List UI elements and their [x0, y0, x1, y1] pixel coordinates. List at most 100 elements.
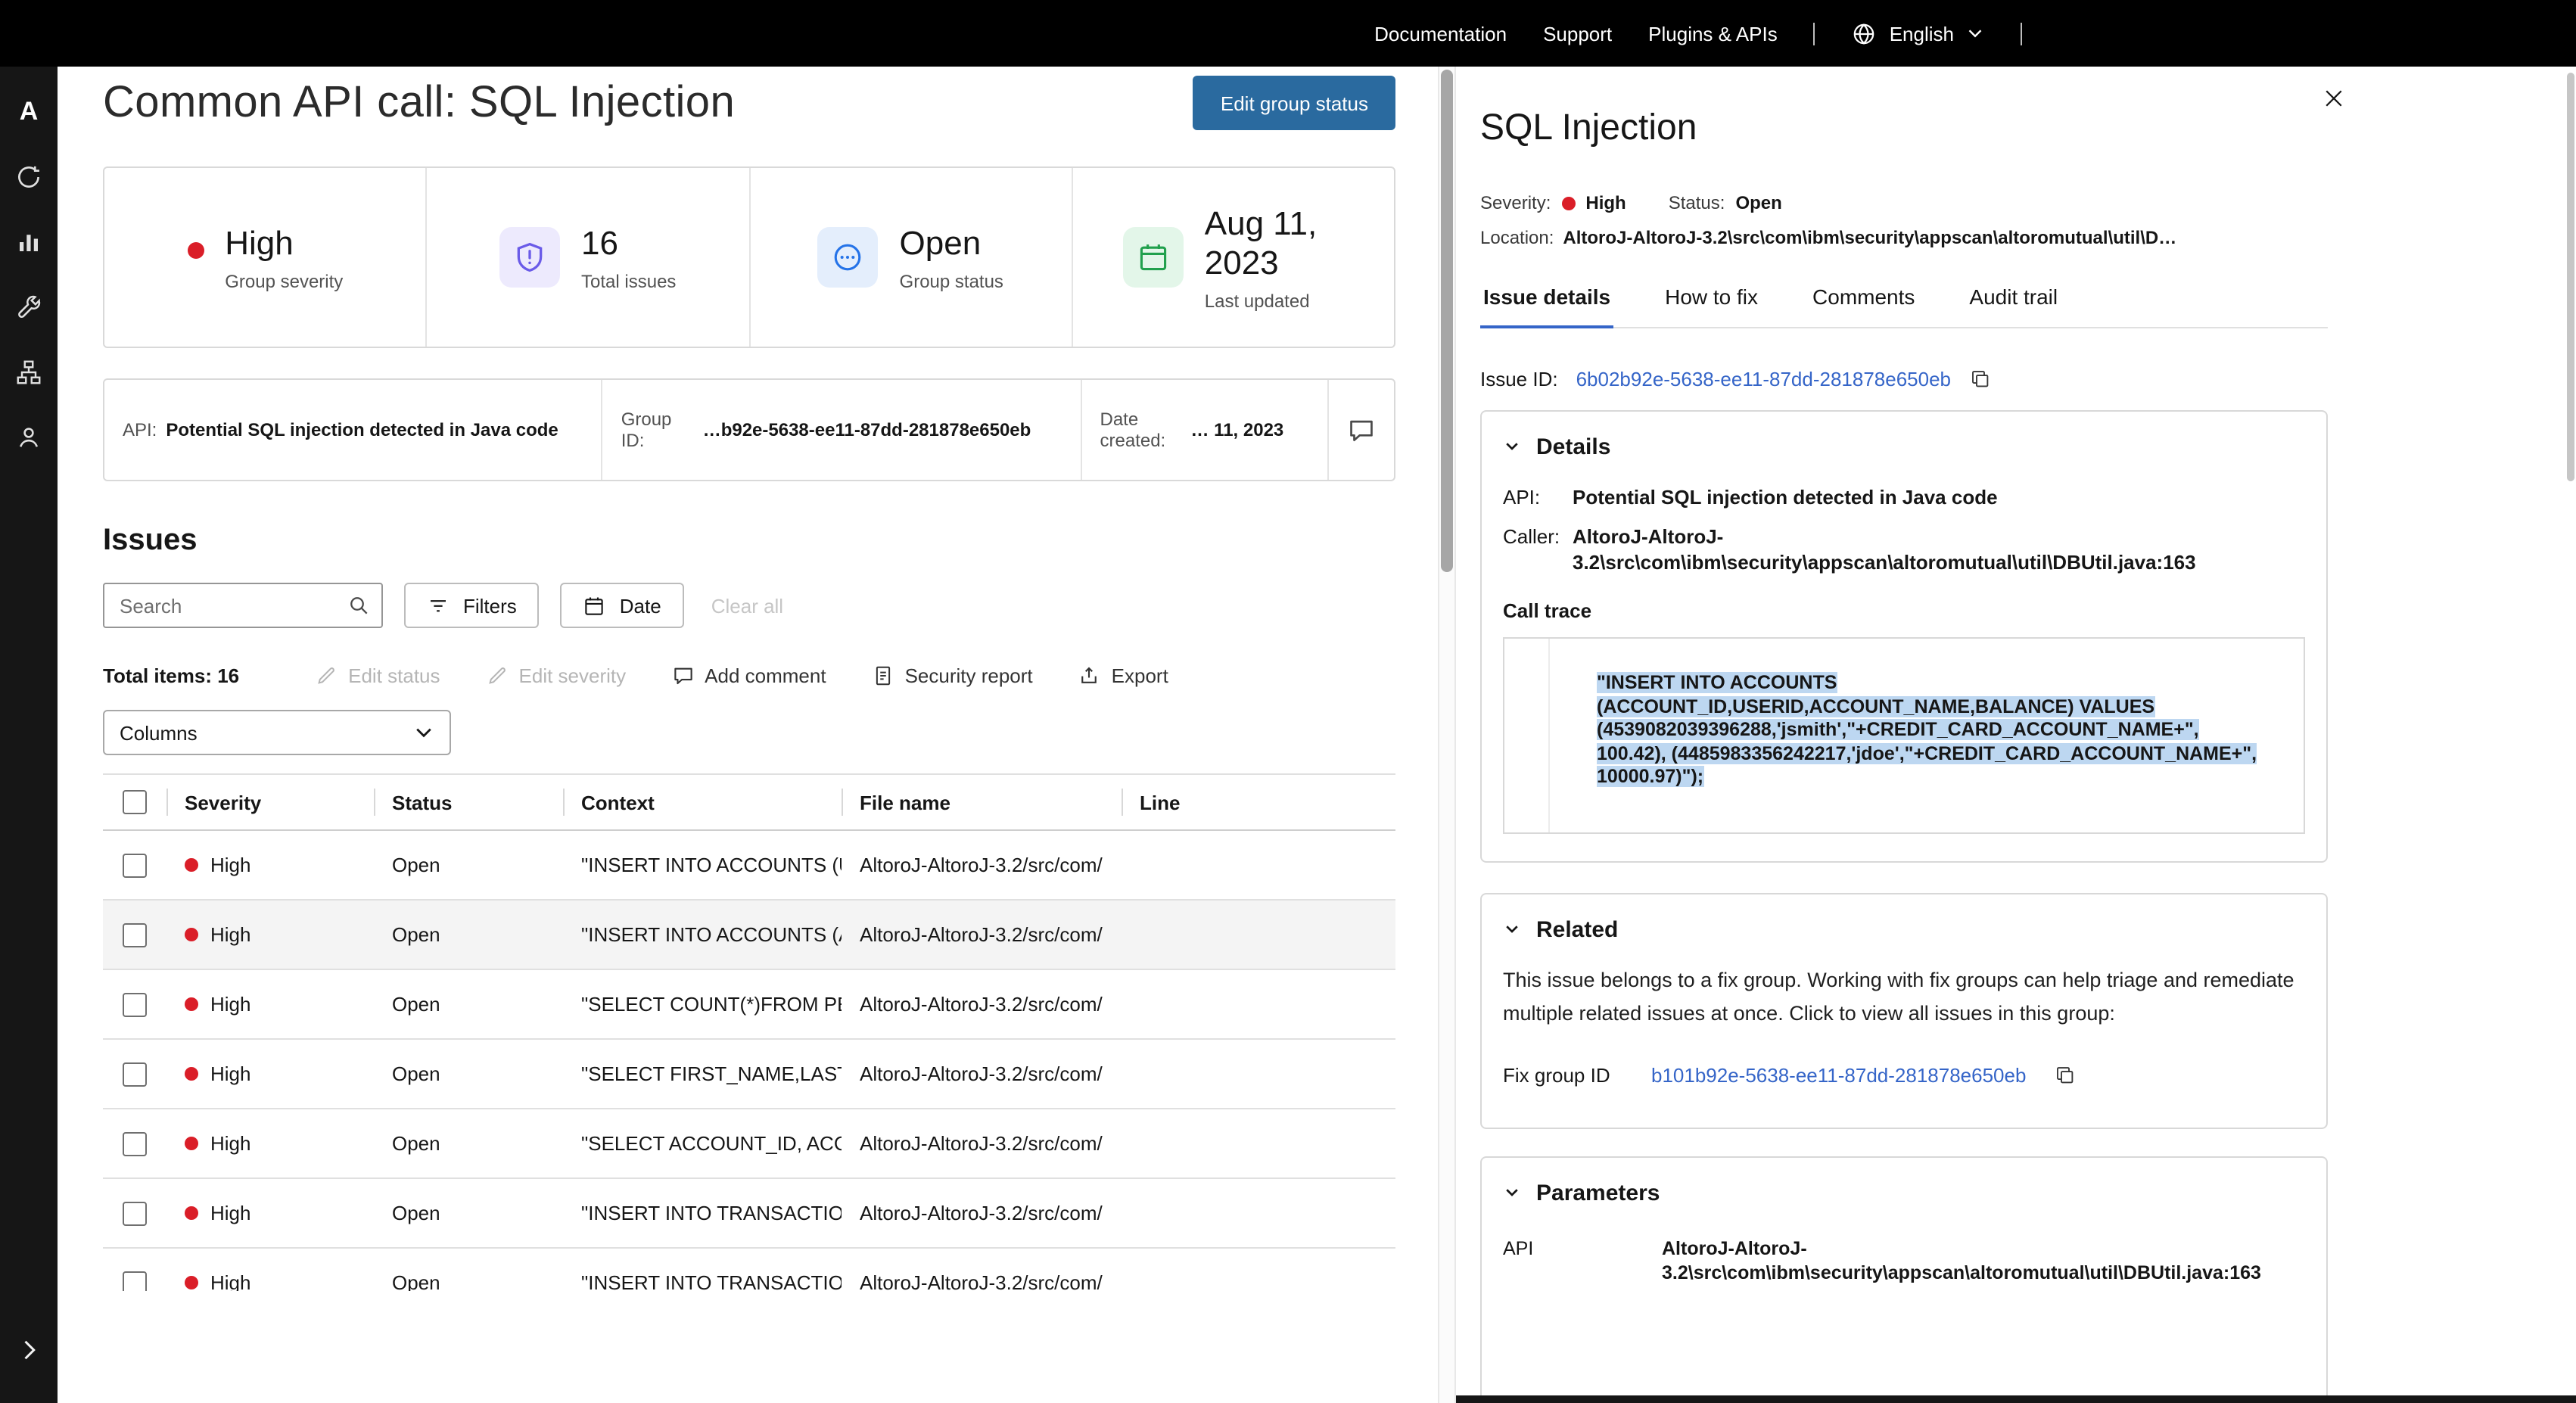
severity-dot [185, 1137, 198, 1150]
close-icon [2320, 85, 2347, 112]
issue-id-row: Issue ID: 6b02b92e-5638-ee11-87dd-281878… [1480, 365, 2576, 392]
api-info: API: Potential SQL injection detected in… [104, 380, 602, 480]
main-scrollbar[interactable] [1438, 67, 1456, 1403]
row-checkbox[interactable] [123, 1062, 147, 1086]
tab-audit-trail[interactable]: Audit trail [1966, 271, 2061, 327]
row-checkbox[interactable] [123, 853, 147, 877]
tab-how-to-fix[interactable]: How to fix [1662, 271, 1761, 327]
wrench-icon [15, 293, 42, 320]
group-id-info: Group ID: …b92e-5638-ee11-87dd-281878e65… [602, 380, 1081, 480]
status-value: Open [1735, 192, 1781, 213]
issue-id-label: Issue ID: [1480, 367, 1558, 390]
issues-table: Severity Status Context File name Line H… [103, 773, 1395, 1291]
severity-dot [185, 858, 198, 872]
add-comment-button[interactable]: Add comment [671, 664, 826, 686]
detail-api-label: API: [1503, 484, 1573, 510]
edit-group-status-button[interactable]: Edit group status [1193, 76, 1395, 130]
issues-heading: Issues [103, 524, 1395, 558]
details-section: Details API: Potential SQL injection det… [1480, 410, 2328, 863]
related-section: Related This issue belongs to a fix grou… [1480, 893, 2328, 1129]
summary-card-status: Open Group status [748, 168, 1072, 347]
edit-status-button[interactable]: Edit status [315, 664, 440, 686]
edit-severity-button[interactable]: Edit severity [486, 664, 627, 686]
select-all-checkbox[interactable] [123, 790, 147, 814]
severity-value: High [1585, 192, 1626, 213]
table-row[interactable]: High Open "SELECT COUNT(*)FROM PEO Altor… [103, 970, 1395, 1040]
copy-issue-id-button[interactable] [1969, 367, 1992, 390]
row-checkbox[interactable] [123, 1271, 147, 1291]
fix-group-id-link[interactable]: b101b92e-5638-ee11-87dd-281878e650eb [1651, 1063, 2026, 1086]
panel-scrollbar-thumb[interactable] [2567, 73, 2574, 481]
row-checkbox[interactable] [123, 1131, 147, 1156]
status-value: Open [374, 993, 563, 1016]
last-updated-value: Aug 11, 2023 [1205, 204, 1344, 282]
sidebar-expand-button[interactable] [0, 1317, 58, 1382]
table-row[interactable]: High Open "INSERT INTO TRANSACTION Altor… [103, 1179, 1395, 1249]
chevron-down-icon [1503, 920, 1521, 938]
tab-issue-details[interactable]: Issue details [1480, 271, 1613, 328]
columns-label: Columns [120, 721, 198, 744]
tab-comments[interactable]: Comments [1809, 271, 1918, 327]
highlighted-sql: "INSERT INTO ACCOUNTS (ACCOUNT_ID,USERID… [1597, 672, 2257, 787]
export-button[interactable]: Export [1078, 664, 1168, 686]
date-label: Date [620, 594, 661, 617]
parameter-api-value: AltoroJ-AltoroJ-3.2\src\com\ibm\security… [1662, 1237, 2305, 1285]
issues-controls: Filters Date Clear all [103, 583, 1395, 628]
shield-icon [513, 241, 546, 274]
table-row[interactable]: High Open "SELECT ACCOUNT_ID, ACCO Altor… [103, 1109, 1395, 1179]
nav-link-documentation[interactable]: Documentation [1374, 22, 1507, 45]
parameters-section-toggle[interactable]: Parameters [1503, 1179, 2305, 1206]
panel-scrollbar[interactable] [2565, 70, 2576, 1391]
row-checkbox[interactable] [123, 922, 147, 947]
date-filter-button[interactable]: Date [561, 583, 684, 628]
nav-link-support[interactable]: Support [1543, 22, 1612, 45]
appscan-logo[interactable]: A [0, 79, 58, 144]
pencil-icon [315, 664, 338, 686]
context-value: "SELECT FIRST_NAME,LAST_ [563, 1062, 842, 1085]
calendar-icon [583, 594, 606, 617]
details-section-toggle[interactable]: Details [1503, 433, 2305, 460]
table-row[interactable]: High Open "INSERT INTO TRANSACTION Altor… [103, 1249, 1395, 1291]
topbar: Documentation Support Plugins & APIs Eng… [0, 0, 2576, 67]
page-title: Common API call: SQL Injection [103, 76, 735, 130]
row-checkbox[interactable] [123, 1201, 147, 1225]
language-switcher[interactable]: English [1852, 20, 1984, 46]
copy-fix-group-id-button[interactable] [2053, 1063, 2076, 1086]
filters-label: Filters [463, 594, 517, 617]
filters-button[interactable]: Filters [404, 583, 540, 628]
date-created-info: Date created: … 11, 2023 [1081, 380, 1328, 480]
context-value: "INSERT INTO TRANSACTION [563, 1202, 842, 1224]
columns-dropdown[interactable]: Columns [103, 710, 451, 755]
search-input[interactable] [103, 583, 383, 628]
sidebar-item-profile[interactable] [0, 404, 58, 469]
table-row[interactable]: High Open "SELECT FIRST_NAME,LAST_ Altor… [103, 1040, 1395, 1109]
severity-label: Severity: [1480, 192, 1551, 213]
clear-all-button[interactable]: Clear all [711, 594, 783, 617]
sidebar-item-scans[interactable] [0, 144, 58, 209]
date-created-label: Date created: [1100, 409, 1179, 451]
sidebar-item-reports[interactable] [0, 209, 58, 274]
scan-icon [15, 163, 42, 190]
close-panel-button[interactable] [2316, 80, 2352, 117]
issue-id-link[interactable]: 6b02b92e-5638-ee11-87dd-281878e650eb [1576, 367, 1951, 390]
group-comment-button[interactable] [1327, 380, 1394, 480]
table-row[interactable]: High Open "INSERT INTO ACCOUNTS (US Alto… [103, 831, 1395, 901]
file-name-value: AltoroJ-AltoroJ-3.2/src/com/ [842, 1062, 1122, 1085]
file-name-value: AltoroJ-AltoroJ-3.2/src/com/ [842, 1271, 1122, 1291]
nav-link-plugins-apis[interactable]: Plugins & APIs [1648, 22, 1778, 45]
sidebar-item-tools[interactable] [0, 274, 58, 339]
col-header-line: Line [1122, 791, 1395, 813]
related-section-toggle[interactable]: Related [1503, 916, 2305, 943]
sidebar-item-applications[interactable] [0, 339, 58, 404]
search-icon[interactable] [347, 593, 371, 618]
context-value: "SELECT ACCOUNT_ID, ACCO [563, 1132, 842, 1155]
main-scrollbar-thumb[interactable] [1441, 70, 1453, 572]
last-updated-label: Last updated [1205, 290, 1344, 311]
security-report-button[interactable]: Security report [872, 664, 1033, 686]
detail-caller-label: Caller: [1503, 524, 1573, 575]
file-name-value: AltoroJ-AltoroJ-3.2/src/com/ [842, 993, 1122, 1016]
group-status-label: Group status [900, 270, 1003, 291]
table-row[interactable]: High Open "INSERT INTO ACCOUNTS (AC Alto… [103, 901, 1395, 970]
issues-toolbar: Total items: 16 Edit status Edit severit… [103, 661, 1395, 689]
row-checkbox[interactable] [123, 992, 147, 1016]
